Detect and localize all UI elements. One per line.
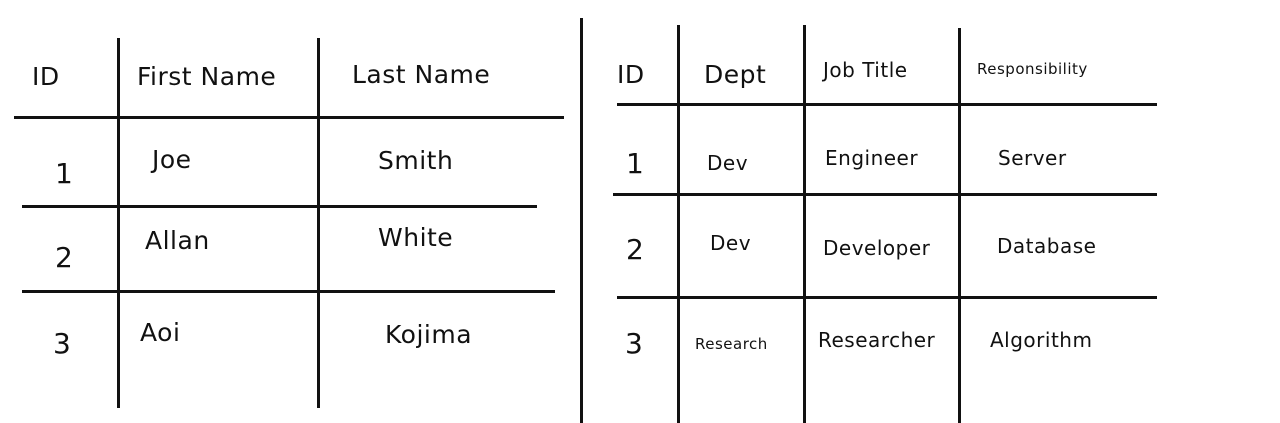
left-col2-rule xyxy=(317,38,320,408)
right-row1-dept: Dev xyxy=(707,151,749,175)
right-row2-job-title: Developer xyxy=(823,236,931,260)
left-row2-rule xyxy=(22,290,555,293)
left-row1-id: 1 xyxy=(55,157,74,190)
right-header-id: ID xyxy=(617,60,645,89)
right-row2-dept: Dev xyxy=(710,231,752,255)
right-row3-job-title: Researcher xyxy=(818,328,936,352)
right-row1-responsibility: Server xyxy=(998,146,1067,170)
right-header-dept: Dept xyxy=(704,60,767,89)
left-row3-first-name: Aoi xyxy=(140,318,181,347)
right-header-rule xyxy=(617,103,1157,106)
right-row3-id: 3 xyxy=(625,327,644,360)
left-header-first-name: First Name xyxy=(137,62,277,91)
left-row3-last-name: Kojima xyxy=(385,320,473,349)
right-header-job-title: Job Title xyxy=(823,58,908,82)
left-row1-first-name: Joe xyxy=(152,145,192,174)
tables-divider xyxy=(580,18,583,423)
right-row1-id: 1 xyxy=(626,147,645,180)
left-row3-id: 3 xyxy=(53,327,72,360)
right-header-responsibility: Responsibility xyxy=(977,60,1088,78)
left-header-id: ID xyxy=(32,62,60,91)
right-col1-rule xyxy=(677,25,680,423)
left-row1-last-name: Smith xyxy=(378,146,454,175)
left-col1-rule xyxy=(117,38,120,408)
right-row2-responsibility: Database xyxy=(997,234,1097,258)
right-col3-rule xyxy=(958,28,961,423)
right-row3-dept: Research xyxy=(695,335,768,353)
right-row2-rule xyxy=(617,296,1157,299)
left-header-rule xyxy=(14,116,564,119)
right-col2-rule xyxy=(803,25,806,423)
left-row2-id: 2 xyxy=(55,241,74,274)
left-row1-rule xyxy=(22,205,537,208)
left-row2-first-name: Allan xyxy=(145,226,210,255)
left-header-last-name: Last Name xyxy=(352,60,491,89)
right-row3-responsibility: Algorithm xyxy=(990,328,1093,352)
right-row1-job-title: Engineer xyxy=(825,146,919,170)
right-row2-id: 2 xyxy=(626,233,645,266)
left-row2-last-name: White xyxy=(378,223,454,252)
right-row1-rule xyxy=(613,193,1157,196)
